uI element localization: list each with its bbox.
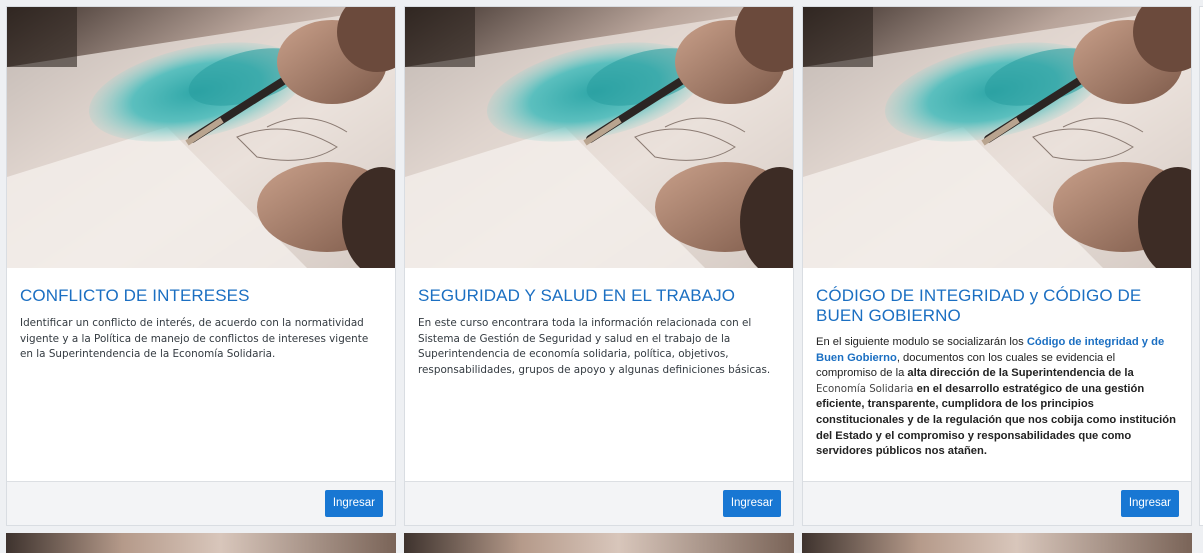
course-title[interactable]: CONFLICTO DE INTERESES [20,286,383,306]
desc-text: Economía Solidaria [816,383,914,395]
desc-text: En el siguiente modulo se socializarán l… [816,336,1027,348]
course-image[interactable] [405,7,793,268]
course-card-codigo: CÓDIGO DE INTEGRIDAD y CÓDIGO DE BUEN GO… [802,6,1192,526]
ingresar-button[interactable]: Ingresar [324,490,383,517]
card-footer: Ingresar [7,481,395,525]
course-title[interactable]: SEGURIDAD Y SALUD EN EL TRABAJO [418,286,781,306]
course-card-seguridad: SEGURIDAD Y SALUD EN EL TRABAJO En este … [404,6,794,526]
course-image-next-row [404,533,794,553]
ingresar-button[interactable]: Ingresar [722,490,781,517]
course-title[interactable]: CÓDIGO DE INTEGRIDAD y CÓDIGO DE BUEN GO… [816,286,1179,326]
course-description: En este curso encontrara toda la informa… [418,317,771,376]
card-footer: Ingresar [405,481,793,525]
course-description: En el siguiente modulo se socializarán l… [816,335,1177,460]
course-image[interactable] [7,7,395,268]
course-card-partial [1199,6,1203,526]
desc-bold-text: alta dirección de la Superintendencia de… [907,367,1134,380]
course-description: Identificar un conflicto de interés, de … [20,317,369,361]
course-image-next-row [6,533,396,553]
course-image[interactable] [803,7,1191,268]
course-image-next-row [802,533,1192,553]
ingresar-button[interactable]: Ingresar [1120,490,1179,517]
card-footer: Ingresar [803,481,1191,525]
course-card-conflicto: CONFLICTO DE INTERESES Identificar un co… [6,6,396,526]
